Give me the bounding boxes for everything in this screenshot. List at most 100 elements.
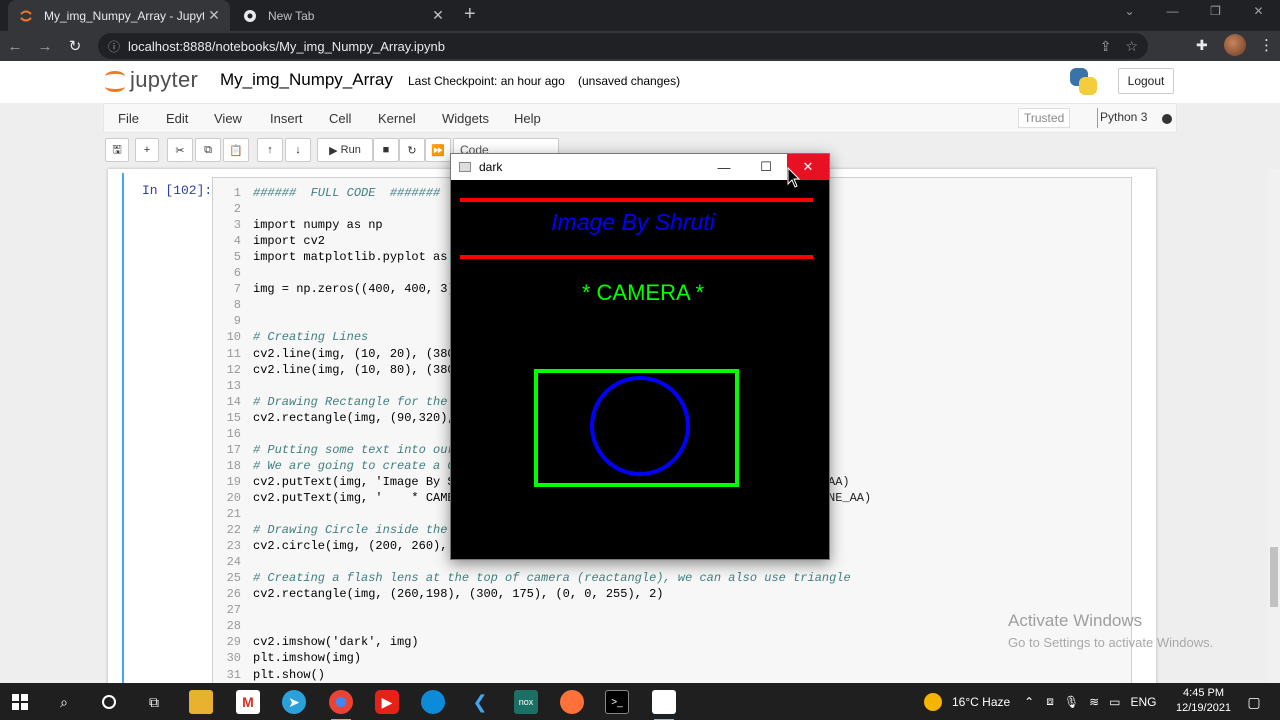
- maximize-icon[interactable]: ☐: [745, 154, 787, 180]
- opencv-window[interactable]: dark — ☐ ✕ Image By Shruti * CAMERA *: [450, 153, 830, 560]
- menu-file[interactable]: File: [118, 111, 139, 126]
- move-down-icon[interactable]: ↓: [285, 138, 311, 162]
- window-controls: ⌄ — ❐ ✕: [1108, 0, 1280, 22]
- notepad-icon[interactable]: [652, 690, 676, 720]
- menu-insert[interactable]: Insert: [270, 111, 303, 126]
- line-number: 4: [233, 234, 241, 249]
- close-tab-icon[interactable]: ✕: [204, 7, 224, 24]
- share-icon[interactable]: ⇪: [1100, 38, 1112, 55]
- jupyter-logo-text: jupyter: [130, 67, 199, 92]
- line-number: 26: [226, 587, 241, 602]
- tab-jupyter[interactable]: My_img_Numpy_Array - Jupyter ✕: [8, 0, 230, 31]
- new-tab-icon[interactable]: +: [464, 3, 476, 26]
- notifications-icon[interactable]: ▢: [1242, 690, 1266, 714]
- menu-help[interactable]: Help: [514, 111, 541, 126]
- close-tab-icon[interactable]: ✕: [428, 7, 448, 24]
- tab-new[interactable]: New Tab ✕: [232, 0, 454, 31]
- search-icon[interactable]: ⌕: [52, 690, 76, 714]
- line-code: cv2.line(img, (10, 20), (380: [253, 346, 455, 361]
- line-number: 28: [226, 619, 241, 634]
- kernel-name[interactable]: Python 3: [1100, 110, 1147, 124]
- weather-icon[interactable]: [924, 692, 942, 711]
- save-icon[interactable]: 🖫: [105, 138, 129, 162]
- info-icon[interactable]: ⓘ: [108, 38, 120, 55]
- more-menu-icon[interactable]: ⋮: [1259, 36, 1274, 54]
- weather-text[interactable]: 16°C Haze: [952, 695, 1010, 709]
- notebook-name[interactable]: My_img_Numpy_Array: [220, 70, 393, 90]
- url-text: localhost:8888/notebooks/My_img_Numpy_Ar…: [128, 38, 445, 54]
- windows-start-icon[interactable]: [8, 690, 32, 714]
- menu-edit[interactable]: Edit: [166, 111, 188, 126]
- code-overflow-20: NE_AA): [828, 490, 872, 505]
- line-number: 25: [226, 571, 241, 586]
- scrollbar-thumb[interactable]: [1270, 547, 1278, 607]
- menu-view[interactable]: View: [214, 111, 242, 126]
- menu-widgets[interactable]: Widgets: [442, 111, 489, 126]
- interrupt-icon[interactable]: ■: [373, 138, 399, 162]
- cut-icon[interactable]: ✂: [167, 138, 193, 162]
- edge-icon[interactable]: [421, 690, 445, 714]
- chrome-taskbar-icon[interactable]: [329, 690, 353, 720]
- logout-button[interactable]: Logout: [1118, 68, 1174, 94]
- close-window-icon[interactable]: ✕: [1237, 0, 1280, 22]
- menu-kernel[interactable]: Kernel: [378, 111, 416, 126]
- menu-cell[interactable]: Cell: [329, 111, 351, 126]
- jupyter-header: jupyter My_img_Numpy_Array Last Checkpoi…: [0, 61, 1280, 103]
- unsaved-indicator: (unsaved changes): [578, 74, 681, 88]
- line-number: 27: [226, 603, 241, 618]
- microphone-icon[interactable]: 🎙: [1064, 695, 1079, 709]
- gmail-icon[interactable]: M: [236, 690, 260, 714]
- firefox-icon[interactable]: [560, 690, 584, 714]
- jupyter-logo[interactable]: jupyter: [104, 67, 198, 93]
- jupyter-logo-icon: [104, 68, 126, 92]
- minimize-icon[interactable]: —: [703, 154, 745, 180]
- minimize-icon[interactable]: —: [1151, 0, 1194, 22]
- scrollbar[interactable]: [1268, 169, 1280, 683]
- reload-icon[interactable]: ↻: [60, 37, 90, 55]
- restore-icon[interactable]: ❐: [1194, 0, 1237, 22]
- browser-tab-strip: My_img_Numpy_Array - Jupyter ✕ New Tab ✕…: [0, 0, 1280, 31]
- run-label: Run: [340, 144, 361, 156]
- language-indicator[interactable]: ENG: [1131, 695, 1157, 709]
- line-number: 24: [226, 555, 241, 570]
- back-icon[interactable]: ←: [0, 38, 30, 55]
- youtube-icon[interactable]: ▶: [375, 690, 399, 714]
- paste-icon[interactable]: 📋: [223, 138, 249, 162]
- nox-icon[interactable]: nox: [514, 690, 538, 714]
- terminal-icon[interactable]: >_: [605, 690, 629, 714]
- restart-run-all-icon[interactable]: ⏩: [425, 138, 451, 162]
- line-number: 30: [226, 651, 241, 666]
- forward-icon[interactable]: →: [30, 38, 60, 55]
- copy-icon[interactable]: ⧉: [195, 138, 221, 162]
- kernel-status-icon: [1162, 114, 1172, 124]
- move-up-icon[interactable]: ↑: [257, 138, 283, 162]
- restart-icon[interactable]: ↻: [399, 138, 425, 162]
- add-cell-icon[interactable]: +: [135, 138, 159, 162]
- telegram-icon[interactable]: ➤: [282, 690, 306, 714]
- network-icon[interactable]: ⧈: [1046, 694, 1054, 709]
- cortana-icon[interactable]: [97, 690, 121, 714]
- run-button[interactable]: ▶ Run: [317, 138, 373, 162]
- file-explorer-icon[interactable]: [189, 690, 213, 714]
- line-number: 7: [233, 282, 241, 297]
- vscode-icon[interactable]: ❮: [468, 690, 492, 714]
- task-view-icon[interactable]: ⧉: [142, 690, 166, 714]
- chevron-up-icon[interactable]: ⌃: [1024, 695, 1034, 709]
- line-number: 18: [226, 458, 241, 473]
- wifi-icon[interactable]: ≋: [1089, 695, 1099, 709]
- url-field[interactable]: ⓘ localhost:8888/notebooks/My_img_Numpy_…: [98, 33, 1148, 59]
- extensions-icon[interactable]: ✚: [1196, 37, 1208, 54]
- jupyter-favicon-icon: [18, 8, 34, 24]
- opencv-window-title: dark: [479, 160, 503, 174]
- trusted-badge[interactable]: Trusted: [1018, 108, 1071, 128]
- clock[interactable]: 4:45 PM 12/19/2021: [1176, 686, 1231, 716]
- code-overflow-19: AA): [828, 474, 850, 489]
- line-number: 1: [233, 186, 241, 200]
- battery-icon[interactable]: ▭: [1109, 695, 1120, 709]
- line-code: # We are going to create a C: [253, 458, 455, 473]
- checkpoint-status: Last Checkpoint: an hour ago: [408, 74, 565, 88]
- bookmark-star-icon[interactable]: ☆: [1125, 38, 1138, 55]
- line-code: cv2.rectangle(img, (90,320),: [253, 410, 455, 425]
- chevron-down-icon[interactable]: ⌄: [1108, 0, 1151, 22]
- profile-avatar[interactable]: [1224, 34, 1246, 56]
